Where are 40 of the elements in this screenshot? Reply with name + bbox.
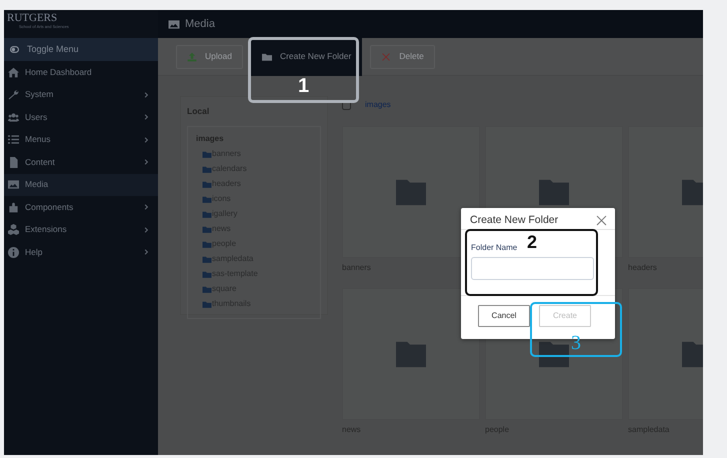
folder-icon (394, 177, 428, 207)
wrench-icon (8, 89, 19, 100)
callout-number: 2 (527, 233, 538, 251)
folder-tile[interactable] (342, 288, 480, 420)
document-icon (8, 156, 19, 168)
info-icon (8, 246, 19, 258)
users-icon (8, 112, 19, 123)
toggle-menu-button[interactable]: Toggle Menu (4, 38, 158, 61)
cubes-icon (8, 224, 19, 236)
callout-number: 1 (298, 76, 310, 96)
folder-name-field[interactable] (471, 256, 594, 280)
close-icon (381, 52, 392, 62)
upload-icon (187, 52, 197, 62)
list-icon (8, 134, 19, 146)
sidebar-item[interactable]: System (4, 84, 158, 106)
house-icon (8, 66, 19, 78)
close-icon (596, 215, 607, 226)
page-title: Media (185, 16, 215, 32)
folder-icon (394, 339, 428, 369)
breadcrumb-link[interactable]: images (365, 99, 391, 111)
sidebar-item[interactable]: Help (4, 241, 158, 264)
callout-number: 3 (571, 333, 581, 353)
dialog-title: Create New Folder (470, 212, 558, 228)
sidebar-item[interactable]: Extensions (4, 218, 158, 241)
toolbar-button[interactable]: Upload (176, 44, 243, 68)
folder-icon (262, 52, 272, 62)
toolbar-button[interactable]: Delete (370, 44, 435, 68)
dialog-button[interactable]: Cancel (478, 305, 530, 327)
sidebar-item[interactable]: Media (4, 174, 158, 196)
image-icon (168, 18, 180, 30)
sidebar-item[interactable]: Home Dashboard (4, 61, 158, 84)
toggle-icon (8, 45, 21, 54)
dialog-button: Create (539, 305, 591, 327)
field-label: Folder Name (471, 242, 518, 254)
sidebar-item[interactable]: Users (4, 106, 158, 128)
image-icon (8, 179, 19, 190)
sidebar-item[interactable]: Components (4, 196, 158, 218)
sidebar-item[interactable]: Content (4, 151, 158, 174)
sidebar-item[interactable]: Menus (4, 128, 158, 151)
puzzle-icon (8, 202, 19, 213)
